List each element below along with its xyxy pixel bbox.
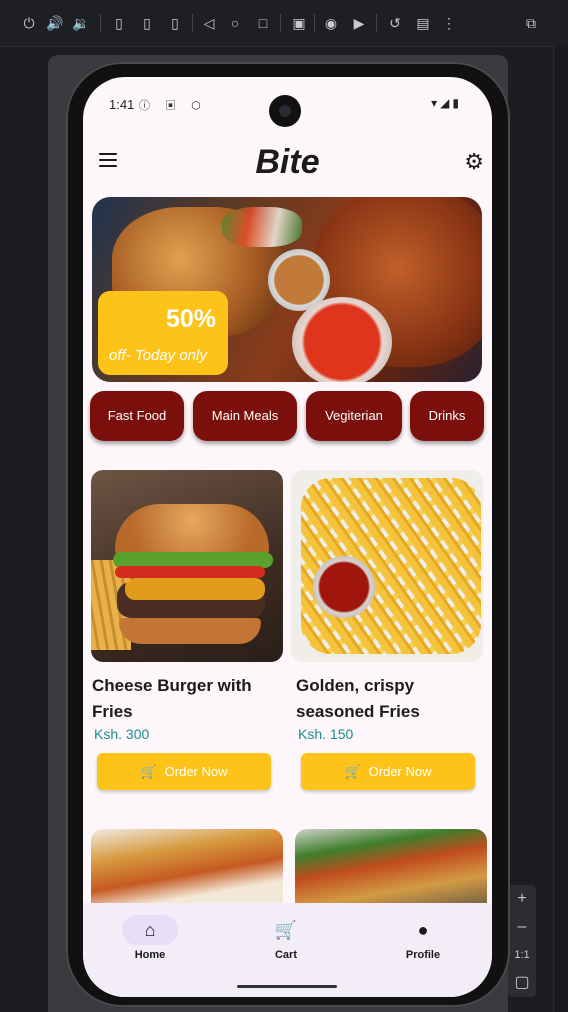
- category-drinks[interactable]: Drinks: [410, 391, 484, 441]
- gesture-bar[interactable]: [237, 985, 337, 988]
- record-icon[interactable]: ▶: [350, 14, 368, 32]
- nav-cart-label: Cart: [274, 949, 297, 961]
- category-vegetarian[interactable]: Vegiterian: [306, 391, 402, 441]
- overview-icon[interactable]: □: [254, 14, 272, 32]
- undo-icon[interactable]: ↺: [386, 14, 404, 32]
- hotdog-image[interactable]: [91, 829, 283, 909]
- side-strip: [553, 46, 568, 1012]
- product-price: Ksh. 300: [94, 726, 150, 742]
- more-icon[interactable]: ⋮: [440, 14, 458, 32]
- fit-screen-icon[interactable]: ▢: [508, 969, 536, 997]
- category-main-meals[interactable]: Main Meals: [193, 391, 297, 441]
- product-card[interactable]: Cheese Burger with Fries Ksh. 300 🛒 Order…: [91, 470, 283, 792]
- discount-badge: 50% off- Today only: [98, 291, 228, 375]
- cart-icon: 🛒: [140, 764, 157, 779]
- zoom-panel: + – 1:1 ▢: [508, 885, 536, 997]
- power-icon[interactable]: ⏻: [20, 14, 38, 32]
- camera-icon[interactable]: ◉: [322, 14, 340, 32]
- rotate-left-icon[interactable]: ▯: [110, 14, 128, 32]
- back-icon[interactable]: ◁: [200, 14, 218, 32]
- extended-controls-icon[interactable]: ▤: [414, 14, 432, 32]
- fries-image: [291, 470, 483, 662]
- cart-icon: 🛒: [274, 920, 298, 940]
- product-card[interactable]: Golden, crispy seasoned Fries Ksh. 150 🛒…: [291, 470, 483, 792]
- order-now-button[interactable]: 🛒 Order Now: [301, 753, 475, 790]
- product-price: Ksh. 150: [298, 726, 354, 742]
- cart-icon: 🛒: [344, 764, 361, 779]
- phone-screen: 1:41 ⓘ ▣ ⬡ ▾◢▮ Bite ⚙ 50% off- Today onl…: [83, 77, 492, 997]
- product-name: Golden, crispy seasoned Fries: [296, 676, 420, 721]
- salad-image: [222, 207, 302, 247]
- gear-icon[interactable]: ⚙: [464, 149, 484, 175]
- emulator-toolbar: ⏻ 🔊 🔉 ▯ ▯ ▯ ◁ ○ □ ▣ ◉ ▶ ↺ ▤ ⋮ ⧉: [0, 0, 568, 47]
- status-signal-icons: ▾◢▮: [431, 96, 462, 110]
- bottom-navigation: ⌂ Home 🛒 Cart ● Profile: [83, 903, 492, 997]
- app-bar: Bite ⚙: [83, 139, 492, 195]
- status-time: 1:41: [109, 97, 135, 112]
- nav-profile-label: Profile: [405, 949, 441, 961]
- front-camera: [269, 95, 301, 127]
- volume-up-icon[interactable]: 🔊: [46, 14, 64, 32]
- rotate-right-icon[interactable]: ▯: [138, 14, 156, 32]
- category-fast-food[interactable]: Fast Food: [90, 391, 184, 441]
- sauce-bowl-image: [292, 297, 392, 382]
- device-icon[interactable]: ▯: [166, 14, 184, 32]
- snapshot-icon[interactable]: ▣: [290, 14, 308, 32]
- order-now-label: Order Now: [368, 764, 432, 779]
- nav-profile[interactable]: ● Profile: [373, 915, 473, 961]
- status-notification-icons: ⓘ ▣ ⬡: [139, 100, 207, 112]
- category-chips: Fast Food Main Meals Vegiterian Drinks: [83, 391, 492, 443]
- home-icon[interactable]: ○: [226, 14, 244, 32]
- burger-image: [91, 470, 283, 662]
- discount-percent: 50%: [165, 305, 216, 333]
- zoom-ratio[interactable]: 1:1: [508, 941, 536, 969]
- discount-caption: off- Today only: [109, 347, 207, 364]
- zoom-divider: –: [517, 918, 527, 935]
- app-title: Bite: [255, 143, 320, 181]
- order-now-label: Order Now: [164, 764, 228, 779]
- zoom-in-icon[interactable]: +: [508, 885, 536, 913]
- product-name: Cheese Burger with Fries: [92, 676, 252, 721]
- inspect-icon[interactable]: ⧉: [522, 14, 540, 32]
- nav-home-label: Home: [134, 949, 166, 961]
- home-icon: ⌂: [122, 915, 178, 945]
- nav-home[interactable]: ⌂ Home: [100, 915, 200, 961]
- person-icon: ●: [417, 920, 429, 940]
- order-now-button[interactable]: 🛒 Order Now: [97, 753, 271, 790]
- samosa-image[interactable]: [295, 829, 487, 909]
- promo-banner[interactable]: 50% off- Today only: [92, 197, 482, 382]
- nav-cart[interactable]: 🛒 Cart: [236, 915, 336, 961]
- volume-down-icon[interactable]: 🔉: [72, 14, 90, 32]
